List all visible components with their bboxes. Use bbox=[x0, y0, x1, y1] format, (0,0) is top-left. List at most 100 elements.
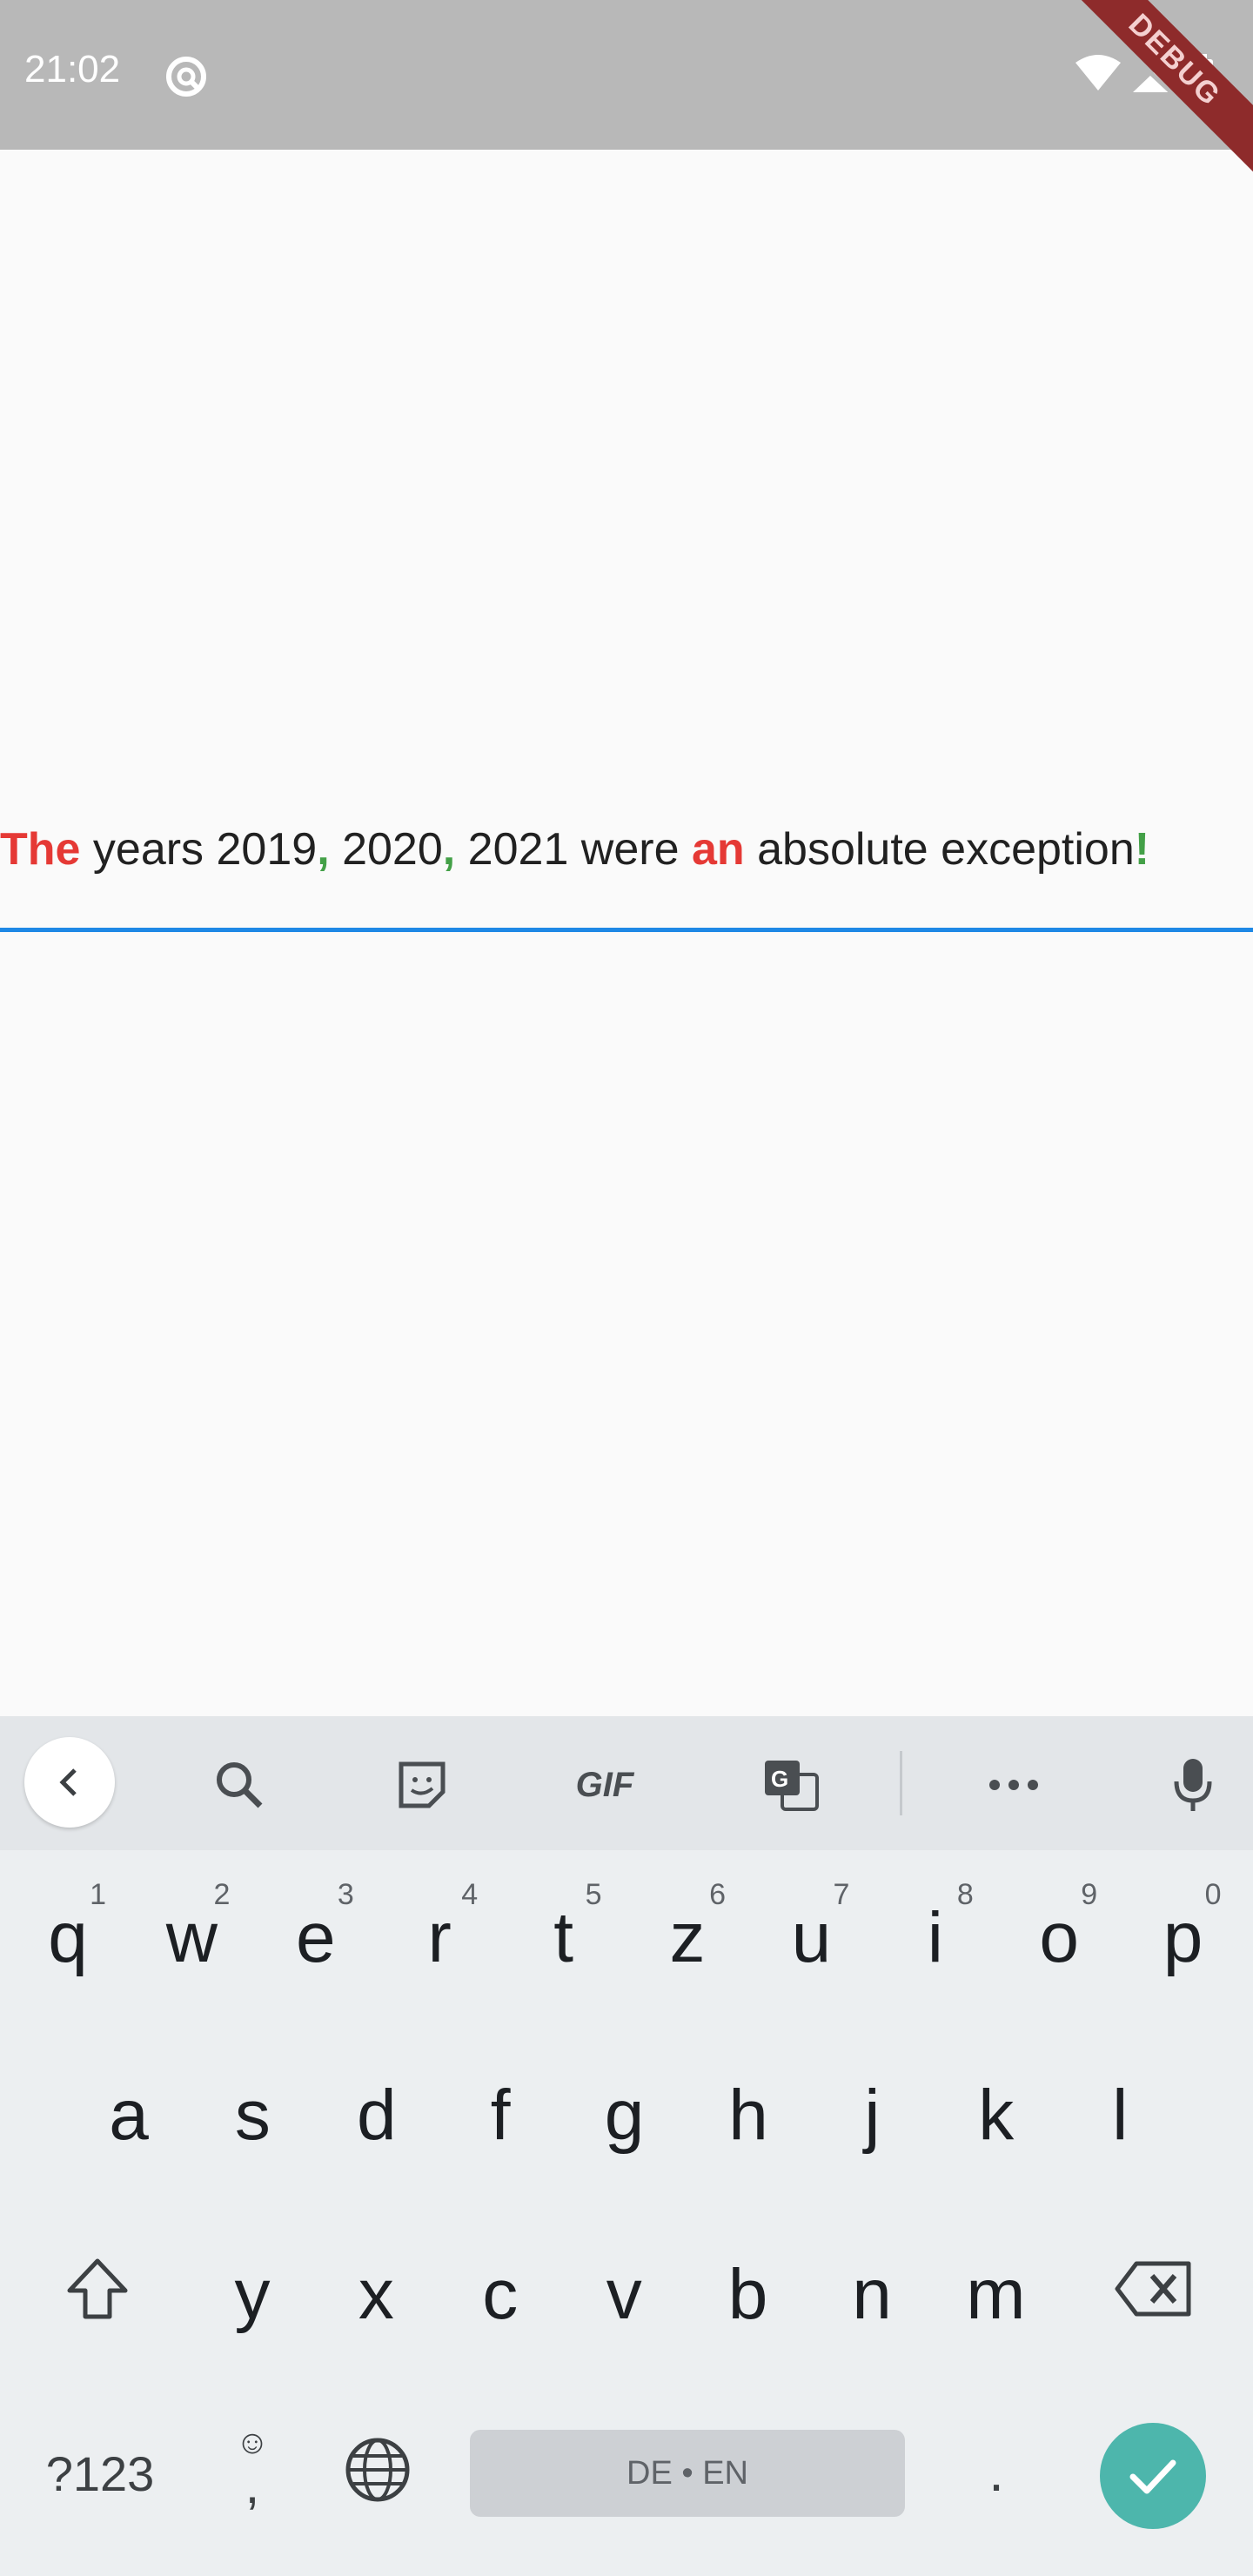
key-i[interactable]: i8 bbox=[883, 1873, 988, 2003]
more-icon[interactable] bbox=[975, 1746, 1053, 1824]
key-label: n bbox=[852, 2255, 892, 2334]
key-s[interactable]: s bbox=[200, 2050, 305, 2181]
key-label: w bbox=[165, 1898, 218, 1977]
shift-icon[interactable] bbox=[54, 2245, 141, 2332]
key-label: c bbox=[482, 2255, 519, 2334]
text-segment-green: , bbox=[317, 824, 330, 875]
key-hint: 6 bbox=[709, 1878, 726, 1911]
key-label: s bbox=[234, 2076, 271, 2155]
key-p[interactable]: p0 bbox=[1131, 1873, 1236, 2003]
key-hint: 3 bbox=[337, 1878, 354, 1911]
key-label: h bbox=[728, 2076, 768, 2155]
toolbar-divider bbox=[900, 1751, 902, 1815]
key-hint: 7 bbox=[833, 1878, 850, 1911]
key-hint: 2 bbox=[213, 1878, 231, 1911]
key-hint: 5 bbox=[585, 1878, 602, 1911]
status-time: 21:02 bbox=[24, 48, 121, 91]
key-label: b bbox=[727, 2255, 768, 2334]
key-label: e bbox=[295, 1898, 336, 1977]
key-label: x bbox=[358, 2255, 394, 2334]
key-m[interactable]: m bbox=[943, 2230, 1048, 2360]
highlight-text-field[interactable]: The years 2019, 2020, 2021 were an absol… bbox=[0, 818, 1253, 931]
period-key[interactable]: . bbox=[957, 2419, 1035, 2524]
key-label: o bbox=[1039, 1898, 1079, 1977]
text-segment-green: , bbox=[442, 824, 456, 875]
key-z[interactable]: z6 bbox=[635, 1873, 740, 2003]
key-label: r bbox=[427, 1898, 452, 1977]
key-o[interactable]: o9 bbox=[1007, 1873, 1111, 2003]
text-segment-green: ! bbox=[1134, 824, 1150, 875]
text-segment-normal: absolute exception bbox=[744, 824, 1135, 875]
key-c[interactable]: c bbox=[448, 2230, 553, 2360]
key-n[interactable]: n bbox=[820, 2230, 924, 2360]
key-v[interactable]: v bbox=[572, 2230, 676, 2360]
key-f[interactable]: f bbox=[448, 2050, 553, 2181]
key-k[interactable]: k bbox=[944, 2050, 1049, 2181]
checkmark-icon bbox=[1129, 2459, 1176, 2494]
search-icon[interactable] bbox=[200, 1746, 278, 1824]
key-label: g bbox=[604, 2076, 645, 2155]
gif-button[interactable]: GIF bbox=[557, 1746, 653, 1824]
symbols-key[interactable]: ?123 bbox=[26, 2430, 174, 2517]
key-y[interactable]: y bbox=[200, 2230, 305, 2360]
key-d[interactable]: d bbox=[325, 2050, 429, 2181]
key-label: d bbox=[356, 2076, 397, 2155]
key-a[interactable]: a bbox=[77, 2050, 181, 2181]
key-x[interactable]: x bbox=[324, 2230, 428, 2360]
key-label: l bbox=[1112, 2076, 1129, 2155]
keyboard-toolbar: GIF G bbox=[0, 1716, 1253, 1850]
key-hint: 8 bbox=[956, 1878, 974, 1911]
emoji-hint-icon: ☺ bbox=[235, 2425, 270, 2461]
key-hint: 4 bbox=[461, 1878, 479, 1911]
enter-button[interactable] bbox=[1100, 2423, 1206, 2529]
key-label: j bbox=[864, 2076, 881, 2155]
key-label: a bbox=[109, 2076, 149, 2155]
key-j[interactable]: j bbox=[820, 2050, 924, 2181]
text-segment-normal: 2020 bbox=[329, 824, 443, 875]
key-g[interactable]: g bbox=[573, 2050, 677, 2181]
key-label: t bbox=[553, 1898, 573, 1977]
key-r[interactable]: r4 bbox=[387, 1873, 492, 2003]
key-label: f bbox=[490, 2076, 511, 2155]
key-u[interactable]: u7 bbox=[759, 1873, 863, 2003]
sticker-icon[interactable] bbox=[383, 1746, 461, 1824]
text-field-underline bbox=[0, 928, 1253, 932]
soft-keyboard: GIF G q1w2e3r4t5z6u7i8o9p0 asdfghjkl yxc… bbox=[0, 1716, 1253, 2576]
key-label: p bbox=[1163, 1898, 1203, 1977]
svg-text:G: G bbox=[771, 1766, 788, 1792]
key-label: q bbox=[48, 1898, 88, 1977]
key-l[interactable]: l bbox=[1068, 2050, 1172, 2181]
comma-label: , bbox=[245, 2456, 260, 2514]
key-t[interactable]: t5 bbox=[512, 1873, 616, 2003]
key-hint: 1 bbox=[90, 1878, 106, 1911]
globe-icon[interactable] bbox=[334, 2426, 421, 2513]
text-segment-normal: years 2019 bbox=[80, 824, 318, 875]
text-segment-red: an bbox=[691, 824, 745, 875]
key-q[interactable]: q1 bbox=[16, 1873, 120, 2003]
mic-icon[interactable] bbox=[1154, 1746, 1232, 1824]
key-e[interactable]: e3 bbox=[264, 1873, 368, 2003]
key-label: y bbox=[234, 2255, 271, 2334]
key-label: m bbox=[966, 2255, 1026, 2334]
app-status-icon bbox=[164, 54, 209, 104]
translate-icon[interactable]: G bbox=[752, 1746, 830, 1824]
text-segment-normal: 2021 were bbox=[455, 824, 692, 875]
status-bar: 21:02 DEBUG bbox=[0, 0, 1253, 176]
comma-key[interactable]: ☺ , bbox=[209, 2412, 296, 2526]
key-label: v bbox=[606, 2255, 642, 2334]
text-segment-red: The bbox=[0, 824, 81, 875]
key-label: u bbox=[791, 1898, 832, 1977]
key-b[interactable]: b bbox=[696, 2230, 801, 2360]
key-label: k bbox=[978, 2076, 1015, 2155]
text-field-content[interactable]: The years 2019, 2020, 2021 were an absol… bbox=[0, 827, 1149, 872]
space-bar[interactable]: DE • EN bbox=[470, 2430, 905, 2517]
backspace-icon[interactable] bbox=[1110, 2245, 1197, 2332]
key-hint: 0 bbox=[1204, 1878, 1222, 1911]
key-label: z bbox=[669, 1898, 706, 1977]
back-icon[interactable] bbox=[24, 1737, 115, 1828]
key-w[interactable]: w2 bbox=[139, 1873, 244, 2003]
wifi-icon bbox=[1075, 55, 1121, 91]
key-hint: 9 bbox=[1081, 1878, 1098, 1911]
key-label: i bbox=[927, 1898, 943, 1977]
key-h[interactable]: h bbox=[696, 2050, 801, 2181]
